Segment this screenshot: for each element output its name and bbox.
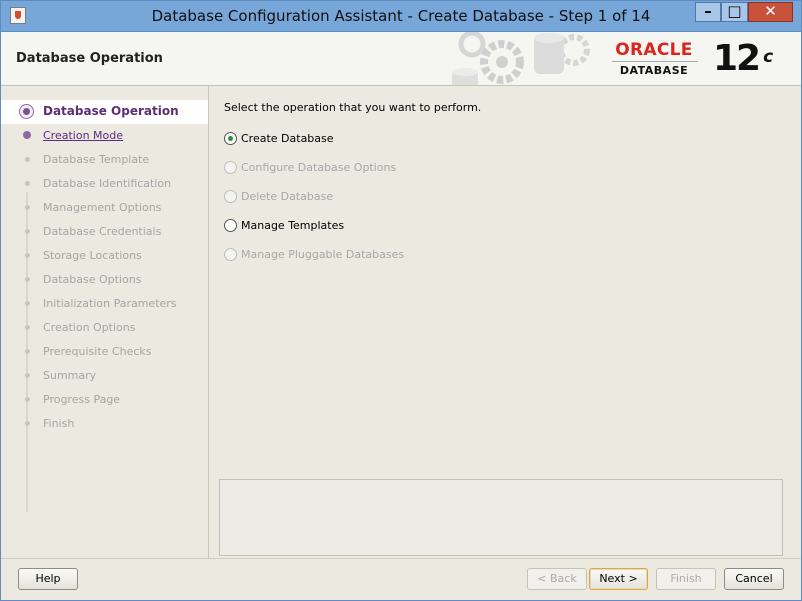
step-indicator-icon bbox=[25, 325, 30, 330]
title-bar[interactable]: Database Configuration Assistant - Creat… bbox=[1, 1, 801, 32]
step-indicator-icon bbox=[19, 104, 34, 119]
step-label: Database Identification bbox=[43, 177, 172, 190]
step-label: Creation Mode bbox=[43, 129, 124, 142]
close-button[interactable]: ✕ bbox=[748, 2, 793, 22]
details-panel bbox=[219, 479, 783, 556]
step-label: Database Operation bbox=[43, 104, 179, 118]
cancel-button[interactable]: Cancel bbox=[724, 568, 784, 590]
step-label: Summary bbox=[43, 369, 97, 382]
minimize-button[interactable]: – bbox=[695, 2, 721, 22]
sidebar-step-prerequisite-checks: Prerequisite Checks bbox=[1, 340, 208, 364]
sidebar-step-initialization-parameters: Initialization Parameters bbox=[1, 292, 208, 316]
sidebar-step-storage-locations: Storage Locations bbox=[1, 244, 208, 268]
step-navigation: Database Operation Creation Mode Database … bbox=[1, 86, 209, 558]
step-indicator-icon bbox=[25, 349, 30, 354]
help-button[interactable]: Help bbox=[18, 568, 78, 590]
sidebar-step-summary: Summary bbox=[1, 364, 208, 388]
maximize-icon: □ bbox=[727, 2, 742, 20]
sidebar-step-progress-page: Progress Page bbox=[1, 388, 208, 412]
sidebar-step-management-options: Management Options bbox=[1, 196, 208, 220]
sidebar-step-database-operation[interactable]: Database Operation bbox=[1, 100, 208, 124]
step-indicator-icon bbox=[25, 205, 30, 210]
page-title: Database Operation bbox=[16, 51, 163, 66]
back-button[interactable]: < Back bbox=[527, 568, 587, 590]
step-indicator-icon bbox=[25, 373, 30, 378]
radio-label: Manage Templates bbox=[241, 219, 345, 232]
step-label: Database Options bbox=[43, 273, 142, 286]
version-badge: 12 c bbox=[713, 38, 773, 79]
close-icon: ✕ bbox=[764, 2, 777, 20]
gears-graphic bbox=[452, 32, 590, 85]
oracle-product-text: DATABASE bbox=[619, 64, 689, 77]
main-panel: Select the operation that you want to pe… bbox=[210, 86, 801, 558]
next-button[interactable]: Next > bbox=[589, 568, 648, 590]
sidebar-step-finish: Finish bbox=[1, 412, 208, 436]
radio-label: Create Database bbox=[241, 132, 334, 145]
radio-label: Manage Pluggable Databases bbox=[241, 248, 405, 261]
sidebar-step-creation-options: Creation Options bbox=[1, 316, 208, 340]
step-label: Database Credentials bbox=[43, 225, 162, 238]
sidebar-step-database-identification: Database Identification bbox=[1, 172, 208, 196]
sidebar-step-database-options: Database Options bbox=[1, 268, 208, 292]
operation-prompt: Select the operation that you want to pe… bbox=[224, 101, 482, 114]
finish-button[interactable]: Finish bbox=[656, 568, 716, 590]
step-label: Storage Locations bbox=[43, 249, 142, 262]
step-indicator-icon bbox=[23, 131, 31, 139]
page-header: Database Operation ORACLE DATABASE 12 c bbox=[1, 32, 801, 86]
oracle-brand-text: ORACLE bbox=[615, 40, 693, 60]
sidebar-step-creation-mode[interactable]: Creation Mode bbox=[1, 124, 208, 148]
step-label: Initialization Parameters bbox=[43, 297, 177, 310]
button-bar: Help < Back Next > Finish Cancel bbox=[1, 558, 801, 601]
step-label: Progress Page bbox=[43, 393, 121, 406]
sidebar-step-database-template: Database Template bbox=[1, 148, 208, 172]
step-label: Database Template bbox=[43, 153, 150, 166]
step-indicator-icon bbox=[25, 397, 30, 402]
step-indicator-icon bbox=[25, 421, 30, 426]
radio-button bbox=[224, 161, 237, 174]
step-label: Management Options bbox=[43, 201, 162, 214]
step-indicator-icon bbox=[25, 157, 30, 162]
version-number: 12 bbox=[713, 38, 761, 79]
step-indicator-icon bbox=[25, 253, 30, 258]
window-title: Database Configuration Assistant - Creat… bbox=[151, 7, 651, 25]
oracle-logo: ORACLE DATABASE bbox=[602, 40, 706, 80]
radio-button[interactable] bbox=[224, 132, 237, 145]
minimize-icon: – bbox=[704, 2, 712, 20]
radio-label: Configure Database Options bbox=[241, 161, 397, 174]
version-suffix: c bbox=[763, 47, 773, 67]
sidebar-step-database-credentials: Database Credentials bbox=[1, 220, 208, 244]
step-indicator-icon bbox=[25, 301, 30, 306]
maximize-button[interactable]: □ bbox=[721, 2, 748, 22]
logo-divider bbox=[612, 61, 698, 62]
dbca-window: Database Configuration Assistant - Creat… bbox=[0, 0, 802, 601]
radio-label: Delete Database bbox=[241, 190, 334, 203]
step-indicator-icon bbox=[25, 277, 30, 282]
step-indicator-icon bbox=[25, 181, 30, 186]
radio-button bbox=[224, 190, 237, 203]
step-label: Finish bbox=[43, 417, 75, 430]
radio-button bbox=[224, 248, 237, 261]
step-label: Prerequisite Checks bbox=[43, 345, 152, 358]
radio-button[interactable] bbox=[224, 219, 237, 232]
step-indicator-icon bbox=[25, 229, 30, 234]
step-label: Creation Options bbox=[43, 321, 136, 334]
